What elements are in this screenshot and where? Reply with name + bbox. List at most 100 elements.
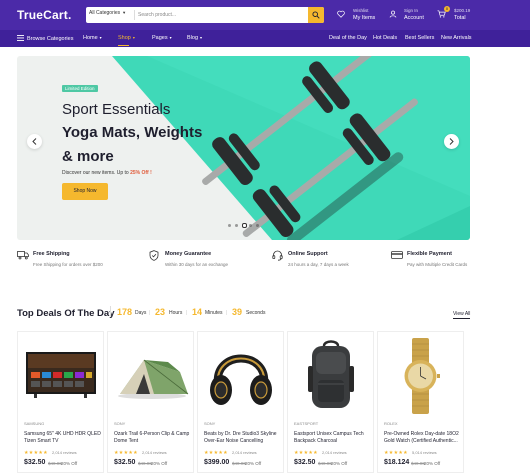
- site-logo[interactable]: TrueCart.: [17, 8, 71, 22]
- search-input[interactable]: [138, 9, 288, 21]
- countdown-hours: 23: [155, 307, 166, 317]
- product-brand: SAMSUNG: [24, 421, 45, 426]
- cart-total: $200.19: [454, 8, 471, 13]
- shield-icon: [149, 250, 159, 261]
- hero-prev-button[interactable]: [27, 134, 42, 149]
- product-name[interactable]: Samsung 65" 4K UHD HDR QLED Tizen Smart …: [24, 431, 102, 445]
- hero-title-line3: & more: [62, 148, 114, 165]
- browse-categories-button[interactable]: Browse Categories: [17, 35, 73, 42]
- countdown-minutes-label: Minutes: [205, 310, 223, 316]
- rating-stars: ★★★★★: [204, 450, 228, 456]
- slider-dot[interactable]: [242, 223, 247, 228]
- product-discount: 20% Off: [245, 461, 262, 466]
- rating-stars: ★★★★★: [114, 450, 138, 456]
- hero-title-line2: Yoga Mats, Weights: [62, 124, 203, 141]
- product-brand: EASTSPORT: [294, 421, 319, 426]
- countdown-seconds-label: Seconds: [246, 310, 266, 316]
- user-icon: [389, 10, 397, 18]
- slider-dot[interactable]: [256, 224, 259, 227]
- slider-dot[interactable]: [228, 224, 231, 227]
- slider-dot[interactable]: [235, 224, 238, 227]
- account-label: Sign In: [404, 8, 419, 13]
- countdown-seconds: 39: [232, 307, 243, 317]
- chevron-down-icon: ▾: [132, 35, 135, 40]
- chevron-down-icon: ▾: [169, 35, 172, 40]
- product-discount: 20% Off: [151, 461, 168, 466]
- nav-new-arrivals[interactable]: New Arrivals: [441, 35, 472, 41]
- tent-image: [118, 359, 189, 399]
- product-name[interactable]: Eastsport Unisex Campus Tech Backpack Ch…: [294, 431, 372, 445]
- hero-banner: Limited Edition Sport Essentials Yoga Ma…: [17, 56, 470, 240]
- feature-desc: Free Shipping for orders over $200: [33, 262, 103, 267]
- product-card[interactable]: EASTSPORT Eastsport Unisex Campus Tech B…: [287, 331, 374, 473]
- hero-title-line1: Sport Essentials: [62, 101, 171, 118]
- wishlist-link[interactable]: Wishlist My Items: [337, 8, 379, 24]
- countdown-separator: |: [186, 310, 188, 316]
- review-count: 2,014 reviews: [322, 450, 347, 455]
- search-button[interactable]: [308, 7, 324, 23]
- wishlist-sub: My Items: [353, 15, 376, 21]
- feature-title: Flexible Payment: [407, 251, 452, 257]
- hero-next-button[interactable]: [444, 134, 459, 149]
- product-price: $32.50: [294, 459, 316, 466]
- product-card[interactable]: ROLEX Pre-Owned Rolex Day-date 18O2 Gold…: [377, 331, 464, 473]
- account-sub: Account: [404, 15, 424, 21]
- product-price: $18.124: [384, 459, 410, 466]
- product-brand: SONY: [204, 421, 216, 426]
- cart-count-badge: 0: [444, 6, 450, 12]
- headset-icon: [272, 250, 283, 261]
- tv-image: [26, 352, 96, 398]
- hero-discount: 25% Off !: [130, 170, 152, 176]
- product-name[interactable]: Beats by Dr. Dre Studio3 Skyline Over-Ea…: [204, 431, 282, 445]
- product-name[interactable]: Pre-Owned Rolex Day-date 18O2 Gold Watch…: [384, 431, 462, 445]
- nav-best-sellers[interactable]: Best Sellers: [405, 35, 434, 41]
- product-card[interactable]: SONY Ozark Trail 6-Person Clip & Camp Do…: [107, 331, 194, 473]
- nav-home[interactable]: Home ▾: [83, 35, 102, 41]
- product-price: $32.50: [24, 459, 46, 466]
- cart-link[interactable]: 0 $200.19 Total: [437, 6, 477, 24]
- feature-desc: 24 hours a day, 7 days a week: [288, 262, 349, 267]
- rating-stars: ★★★★★: [24, 450, 48, 456]
- countdown-minutes: 14: [192, 307, 203, 317]
- product-price: $399.00: [204, 459, 230, 466]
- feature-title: Free Shipping: [33, 251, 70, 257]
- slider-dot[interactable]: [249, 224, 252, 227]
- product-old-price: $40.00: [411, 461, 425, 466]
- shop-now-button[interactable]: Shop Now: [62, 183, 108, 200]
- cart-total-label: Total: [454, 15, 466, 21]
- wishlist-label: Wishlist: [353, 8, 369, 13]
- main-nav: Browse Categories Home ▾ Shop ▾ Pages ▾ Blo…: [0, 30, 530, 47]
- nav-shop[interactable]: Shop ▾: [118, 35, 135, 46]
- browse-categories-label: Browse Categories: [27, 36, 74, 42]
- product-name[interactable]: Ozark Trail 6-Person Clip & Camp Dome Te…: [114, 431, 192, 445]
- product-price: $32.50: [114, 459, 136, 466]
- chevron-left-icon: [32, 138, 37, 145]
- chevron-down-icon: ▾: [200, 35, 203, 40]
- nav-hot-deals[interactable]: Hot Deals: [373, 35, 397, 41]
- review-count: 5,014 reviews: [412, 450, 437, 455]
- view-all-link[interactable]: View All: [453, 311, 471, 319]
- feature-desc: Pay with Multiple Credit Cards: [407, 262, 468, 267]
- review-count: 2,014 reviews: [142, 450, 167, 455]
- nav-shop-label: Shop: [118, 35, 131, 41]
- category-select[interactable]: All Categories ▼: [89, 10, 126, 16]
- feature-title: Online Support: [288, 251, 328, 257]
- product-card[interactable]: SAMSUNG Samsung 65" 4K UHD HDR QLED Tize…: [17, 331, 104, 473]
- product-old-price: $40.00: [48, 461, 62, 466]
- review-count: 2,014 reviews: [232, 450, 257, 455]
- countdown-days-label: Days: [135, 310, 147, 316]
- rating-stars: ★★★★★: [294, 450, 318, 456]
- product-old-price: $40.00: [138, 461, 152, 466]
- menu-icon: [17, 35, 24, 41]
- truck-icon: [17, 251, 29, 260]
- nav-deal-of-the-day[interactable]: Deal of the Day: [329, 35, 367, 41]
- hero-subtitle: Discover our new items. Up to 25% Off !: [62, 170, 152, 176]
- deals-title: Top Deals Of The Day: [17, 308, 115, 319]
- nav-blog[interactable]: Blog ▾: [187, 35, 202, 41]
- product-card[interactable]: SONY Beats by Dr. Dre Studio3 Skyline Ov…: [197, 331, 284, 473]
- chevron-down-icon: ▼: [122, 10, 127, 15]
- product-old-price: $40.00: [318, 461, 332, 466]
- product-discount: 20% Off: [424, 461, 441, 466]
- account-link[interactable]: Sign In Account: [389, 8, 429, 24]
- nav-pages[interactable]: Pages ▾: [152, 35, 172, 41]
